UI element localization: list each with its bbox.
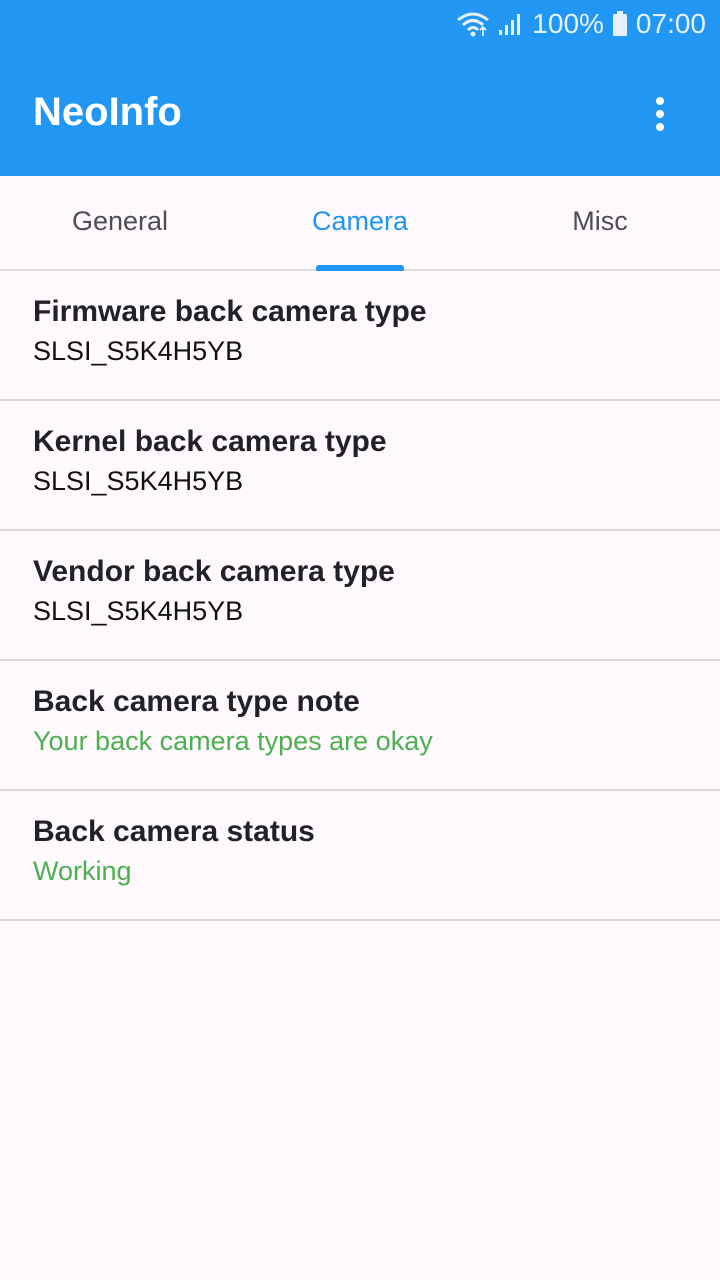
status-time: 07:00 (635, 8, 706, 39)
item-title: Back camera status (33, 815, 315, 848)
tab-label: Misc (572, 206, 628, 236)
item-title: Kernel back camera type (33, 425, 387, 458)
list-item-firmware-back-camera-type[interactable]: Firmware back camera type SLSI_S5K4H5YB (0, 271, 720, 401)
tab-label: General (71, 206, 169, 236)
item-value: SLSI_S5K4H5YB (33, 336, 244, 366)
status-bar: 100% 07:00 (0, 0, 720, 48)
list-item-back-camera-type-note[interactable]: Back camera type note Your back camera t… (0, 661, 720, 791)
camera-info-list: Firmware back camera type SLSI_S5K4H5YB … (0, 271, 720, 921)
item-value: SLSI_S5K4H5YB (33, 466, 244, 496)
more-vert-icon[interactable] (640, 94, 680, 134)
app-title: NeoInfo (33, 89, 182, 134)
signal-icon (498, 12, 524, 36)
list-item-back-camera-status[interactable]: Back camera status Working (0, 791, 720, 921)
list-item-kernel-back-camera-type[interactable]: Kernel back camera type SLSI_S5K4H5YB (0, 401, 720, 531)
tab-general[interactable]: General (0, 176, 240, 269)
tab-misc[interactable]: Misc (480, 176, 720, 269)
tab-label: Camera (311, 206, 409, 236)
item-title: Back camera type note (33, 685, 360, 718)
battery-percent: 100% (532, 8, 604, 39)
item-value: Working (33, 856, 132, 886)
item-title: Vendor back camera type (33, 555, 395, 588)
wifi-icon (456, 11, 490, 37)
list-item-vendor-back-camera-type[interactable]: Vendor back camera type SLSI_S5K4H5YB (0, 531, 720, 661)
app-bar: NeoInfo (0, 48, 720, 176)
tab-camera[interactable]: Camera (240, 176, 480, 271)
battery-icon (612, 11, 628, 37)
tab-bar: General Camera Misc (0, 176, 720, 271)
item-value: SLSI_S5K4H5YB (33, 596, 244, 626)
item-title: Firmware back camera type (33, 295, 427, 328)
item-value: Your back camera types are okay (33, 726, 433, 756)
